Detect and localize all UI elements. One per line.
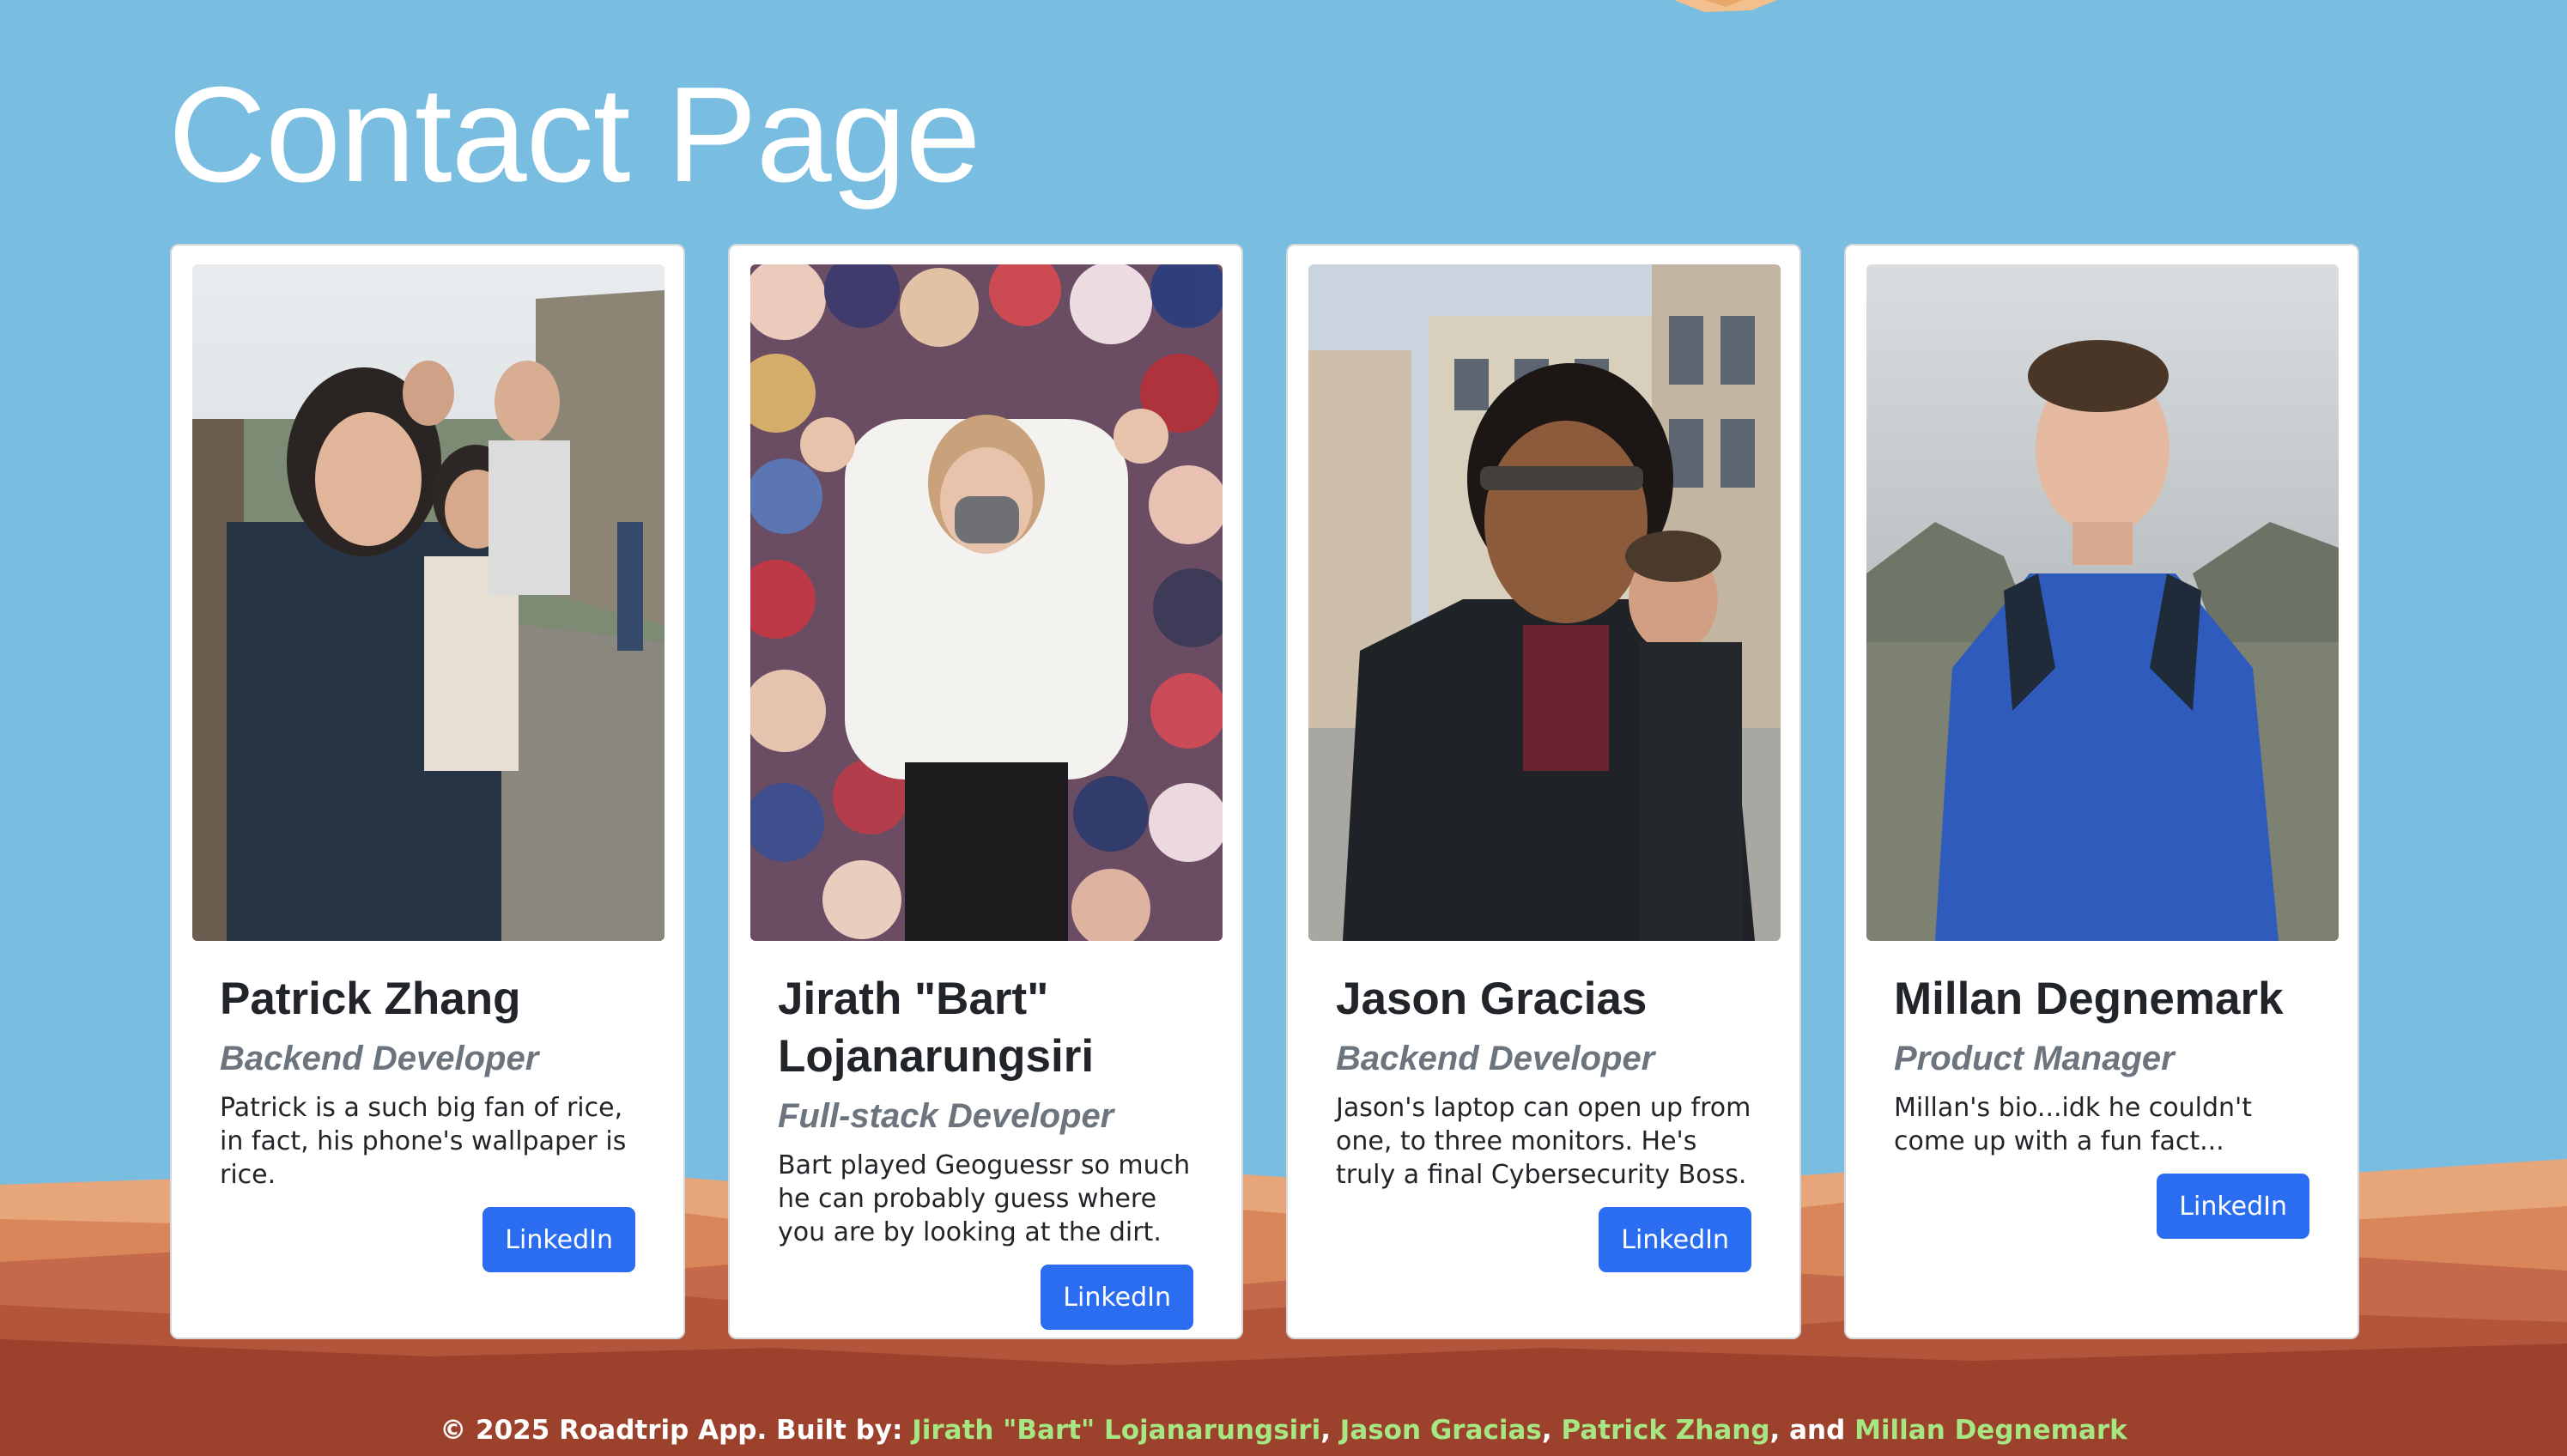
- profile-photo: [1866, 264, 2339, 941]
- member-name: Jirath "Bart" Lojanarungsiri: [778, 974, 1095, 1082]
- team-card: Millan Degnemark Product Manager Millan'…: [1844, 244, 2359, 1339]
- page-title: Contact Page: [168, 59, 980, 210]
- member-role: Backend Developer: [220, 1040, 539, 1077]
- profile-photo: [1308, 264, 1781, 941]
- linkedin-button[interactable]: LinkedIn: [482, 1207, 635, 1272]
- team-card: Patrick Zhang Backend Developer Patrick …: [170, 244, 685, 1339]
- footer-copyright: © 2025 Roadtrip App. Built by:: [440, 1415, 913, 1446]
- footer-author-link[interactable]: Millan Degnemark: [1854, 1415, 2127, 1446]
- member-role: Backend Developer: [1336, 1040, 1655, 1077]
- linkedin-button[interactable]: LinkedIn: [2157, 1174, 2309, 1239]
- member-name: Jason Gracias: [1336, 974, 1648, 1024]
- linkedin-button[interactable]: LinkedIn: [1599, 1207, 1751, 1272]
- team-card-list: Patrick Zhang Backend Developer Patrick …: [170, 244, 2359, 1339]
- member-bio: Millan's bio...idk he couldn't come up w…: [1894, 1093, 2253, 1156]
- profile-photo: [192, 264, 665, 941]
- member-name: Patrick Zhang: [220, 974, 521, 1024]
- member-role: Full-stack Developer: [778, 1097, 1114, 1135]
- member-bio: Bart played Geoguessr so much he can pro…: [778, 1150, 1191, 1247]
- team-card: Jirath "Bart" Lojanarungsiri Full-stack …: [728, 244, 1243, 1339]
- linkedin-button[interactable]: LinkedIn: [1041, 1265, 1193, 1330]
- footer-separator: ,: [1320, 1415, 1340, 1446]
- footer-separator: ,: [1541, 1415, 1562, 1446]
- member-name: Millan Degnemark: [1894, 974, 2284, 1024]
- member-role: Product Manager: [1894, 1040, 2175, 1077]
- footer-author-link[interactable]: Jason Gracias: [1340, 1415, 1542, 1446]
- footer-author-link[interactable]: Patrick Zhang: [1561, 1415, 1769, 1446]
- footer-credits: © 2025 Roadtrip App. Built by: Jirath "B…: [0, 1415, 2567, 1446]
- team-card: Jason Gracias Backend Developer Jason's …: [1286, 244, 1801, 1339]
- member-bio: Patrick is a such big fan of rice, in fa…: [220, 1093, 627, 1190]
- member-bio: Jason's laptop can open up from one, to …: [1336, 1093, 1751, 1190]
- footer-author-link[interactable]: Jirath "Bart" Lojanarungsiri: [912, 1415, 1320, 1446]
- profile-photo: [750, 264, 1223, 941]
- footer-separator: , and: [1769, 1415, 1855, 1446]
